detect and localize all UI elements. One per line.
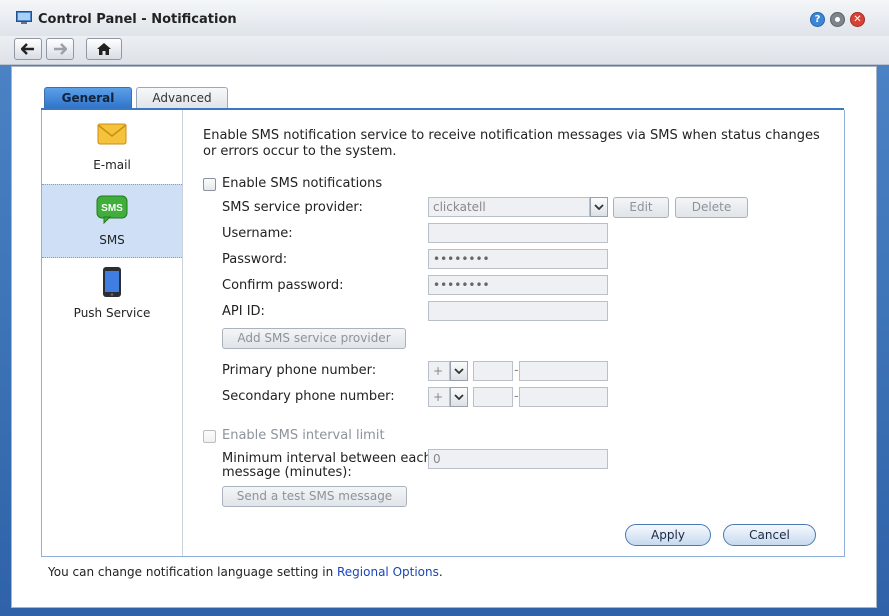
sidebar-item-label: E-mail <box>93 158 131 172</box>
home-button[interactable] <box>86 38 122 60</box>
sidebar-item-label: SMS <box>99 233 125 247</box>
secondary-country-select[interactable]: + <box>428 387 450 407</box>
min-interval-input[interactable]: 0 <box>428 449 608 469</box>
password-label: Password: <box>222 252 288 267</box>
secondary-country-dropdown[interactable] <box>450 387 468 407</box>
close-icon[interactable]: ✕ <box>850 12 865 27</box>
sidebar-item-label: Push Service <box>73 306 151 320</box>
svg-text:SMS: SMS <box>101 203 123 214</box>
min-interval-label-line1: Minimum interval between each <box>222 451 432 466</box>
sidebar-item-push-service[interactable]: Push Service <box>42 258 182 330</box>
sidebar-item-sms[interactable]: SMS SMS <box>42 184 182 258</box>
username-label: Username: <box>222 226 293 241</box>
primary-area-code-input[interactable] <box>473 361 513 381</box>
title-bar: Control Panel - Notification ? ✕ <box>0 0 889 37</box>
forward-arrow-icon <box>54 43 67 55</box>
send-test-sms-button[interactable]: Send a test SMS message <box>222 486 407 507</box>
provider-select[interactable]: clickatell <box>428 197 590 217</box>
footer-period: . <box>438 565 443 579</box>
chevron-down-icon <box>454 394 464 400</box>
primary-number-input[interactable] <box>519 361 608 381</box>
minimize-icon[interactable] <box>830 12 845 27</box>
chevron-down-icon <box>454 368 464 374</box>
envelope-icon <box>96 118 128 150</box>
content-area: General Advanced E-mail SMS SMS Push Ser… <box>11 66 877 608</box>
regional-options-link[interactable]: Regional Options <box>337 565 439 579</box>
notification-sidebar: E-mail SMS SMS Push Service <box>42 110 183 556</box>
back-button[interactable] <box>14 38 42 60</box>
confirm-password-input[interactable]: •••••••• <box>428 275 608 295</box>
window-title: Control Panel - Notification <box>38 12 237 27</box>
sms-icon: SMS <box>96 193 128 225</box>
phone-icon <box>96 266 128 298</box>
add-provider-button[interactable]: Add SMS service provider <box>222 328 406 349</box>
interval-limit-label: Enable SMS interval limit <box>222 428 385 443</box>
footer-text: You can change notification language set… <box>48 565 337 579</box>
secondary-area-code-input[interactable] <box>473 387 513 407</box>
username-input[interactable] <box>428 223 608 243</box>
control-panel-icon <box>16 11 32 25</box>
back-arrow-icon <box>21 43 34 55</box>
primary-country-select[interactable]: + <box>428 361 450 381</box>
navigation-toolbar <box>0 36 889 65</box>
delete-provider-button[interactable]: Delete <box>675 197 748 218</box>
secondary-number-input[interactable] <box>519 387 608 407</box>
primary-country-dropdown[interactable] <box>450 361 468 381</box>
help-icon[interactable]: ? <box>810 12 825 27</box>
tab-advanced[interactable]: Advanced <box>136 87 228 109</box>
control-panel-window: Control Panel - Notification ? ✕ General… <box>0 0 889 616</box>
secondary-phone-label: Secondary phone number: <box>222 389 395 404</box>
sms-settings: Enable SMS notification service to recei… <box>183 110 843 556</box>
enable-sms-checkbox[interactable] <box>203 178 216 191</box>
api-id-input[interactable] <box>428 301 608 321</box>
phone-separator: - <box>514 363 519 378</box>
chevron-down-icon <box>594 204 604 210</box>
tab-general[interactable]: General <box>44 87 132 109</box>
provider-label: SMS service provider: <box>222 200 363 215</box>
provider-dropdown-button[interactable] <box>590 197 608 217</box>
cancel-button[interactable]: Cancel <box>723 524 816 546</box>
forward-button[interactable] <box>46 38 74 60</box>
confirm-password-label: Confirm password: <box>222 278 344 293</box>
sidebar-item-email[interactable]: E-mail <box>42 110 182 182</box>
edit-provider-button[interactable]: Edit <box>613 197 669 218</box>
settings-panel: E-mail SMS SMS Push Service Enable SMS n… <box>41 110 845 557</box>
min-interval-label-line2: message (minutes): <box>222 465 352 480</box>
primary-phone-label: Primary phone number: <box>222 363 377 378</box>
api-id-label: API ID: <box>222 304 265 319</box>
apply-button[interactable]: Apply <box>625 524 711 546</box>
sms-description: Enable SMS notification service to recei… <box>203 128 820 159</box>
phone-separator: - <box>514 389 519 404</box>
footer-note: You can change notification language set… <box>48 565 443 579</box>
home-icon <box>97 43 111 55</box>
interval-limit-checkbox[interactable] <box>203 430 216 443</box>
password-input[interactable]: •••••••• <box>428 249 608 269</box>
enable-sms-label: Enable SMS notifications <box>222 176 383 191</box>
